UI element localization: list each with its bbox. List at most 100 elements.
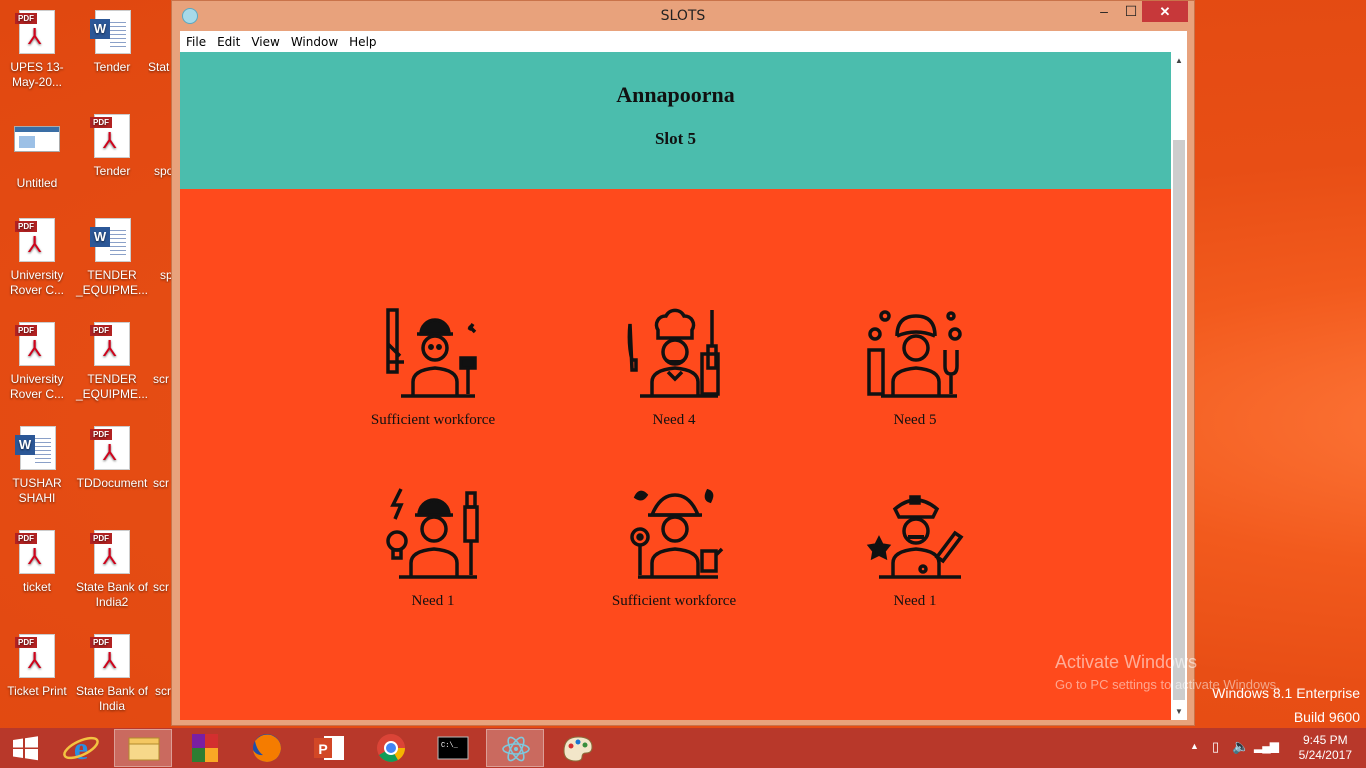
start-button[interactable]	[0, 729, 50, 767]
command-prompt-icon: C:\_	[437, 736, 469, 760]
desktop-icon-label: Tender	[93, 60, 131, 74]
menu-window[interactable]: Window	[286, 35, 343, 49]
scroll-up-arrow-icon[interactable]: ▲	[1171, 52, 1187, 69]
desktop-icon-upes[interactable]: PDF ⅄ UPES 13-May-20...	[0, 10, 74, 90]
desktop-icon-label: scr	[153, 580, 169, 594]
desktop-icon-partial[interactable]: spo	[154, 114, 172, 179]
pdf-icon: PDF ⅄	[14, 322, 60, 368]
pdf-icon: PDF ⅄	[89, 426, 135, 472]
menu-view[interactable]: View	[246, 35, 284, 49]
desktop-icon-partial[interactable]: Stat	[148, 10, 172, 75]
desktop-icon-ticket-print[interactable]: PDF ⅄ Ticket Print	[0, 634, 74, 699]
windows-edition: Windows 8.1 Enterprise	[1212, 685, 1360, 701]
scroll-down-arrow-icon[interactable]: ▼	[1171, 703, 1187, 720]
word-doc-icon: W	[89, 10, 135, 56]
svg-text:C:\_: C:\_	[441, 742, 459, 750]
desktop-icon-ticket[interactable]: PDF ⅄ ticket	[0, 530, 74, 595]
show-hidden-icons-icon[interactable]: ▲	[1190, 741, 1199, 751]
taskbar-command-prompt[interactable]: C:\_	[424, 729, 482, 767]
desktop-icon-label: spo	[154, 164, 172, 178]
workforce-status: Sufficient workforce	[370, 412, 496, 428]
pdf-icon: PDF ⅄	[89, 530, 135, 576]
paint-icon	[563, 736, 593, 762]
vertical-scrollbar[interactable]: ▲ ▼	[1171, 52, 1187, 720]
desktop-icon-partial[interactable]: scr	[155, 634, 172, 699]
desktop-icon-partial[interactable]: scr	[153, 530, 172, 595]
clock-time: 9:45 PM	[1302, 733, 1348, 747]
worker-card-chef[interactable]: Need 4	[584, 304, 764, 429]
window-title: SLOTS	[660, 8, 706, 24]
workforce-status: Need 4	[652, 412, 696, 428]
gardener-icon	[630, 488, 724, 579]
desktop-icon-tender-pdf[interactable]: PDF ⅄ Tender	[75, 114, 149, 179]
network-icon[interactable]: ▯	[1212, 739, 1219, 755]
menu-bar: File Edit View Window Help	[180, 31, 1187, 52]
desktop-icon-tddocument[interactable]: PDF ⅄ TDDocument	[75, 426, 149, 491]
worker-card-cleaner[interactable]: Need 5	[825, 304, 1005, 429]
pdf-icon: PDF ⅄	[14, 530, 60, 576]
close-button[interactable]: ✕	[1142, 1, 1188, 22]
activate-windows-watermark: Activate Windows	[1055, 652, 1198, 672]
chef-icon	[627, 308, 720, 398]
slots-window: SLOTS – ☐ ✕ File Edit View Window Help A…	[171, 0, 1195, 726]
workforce-status: Need 5	[893, 412, 937, 428]
worker-card-police[interactable]: Need 1	[825, 485, 1005, 610]
desktop-icon-tender-equipment-pdf[interactable]: PDF ⅄ TENDER _EQUIPME...	[75, 322, 149, 402]
desktop-icon-tushar-shahi[interactable]: W TUSHAR SHAHI	[0, 426, 74, 506]
electron-app-icon	[502, 736, 530, 762]
desktop-icon-untitled[interactable]: Untitled	[0, 114, 74, 191]
slot-label: Slot 5	[654, 129, 697, 148]
desktop-icon-university-rover-2[interactable]: PDF ⅄ University Rover C...	[0, 322, 74, 402]
desktop-icon-sbi2[interactable]: PDF ⅄ State Bank of India2	[75, 530, 149, 610]
taskbar-file-explorer[interactable]	[114, 729, 172, 767]
menu-edit[interactable]: Edit	[212, 35, 245, 49]
signal-icon[interactable]: ▂▄▆	[1254, 739, 1279, 753]
desktop-icon-label: ticket	[22, 580, 51, 594]
desktop-icon-sbi[interactable]: PDF ⅄ State Bank of India	[75, 634, 149, 714]
word-doc-icon: W	[89, 218, 135, 264]
svg-text:e: e	[74, 730, 88, 766]
title-bar[interactable]: SLOTS – ☐ ✕	[172, 1, 1194, 31]
volume-icon[interactable]: 🔈	[1232, 738, 1249, 755]
worker-card-construction[interactable]: Sufficient workforce	[343, 304, 523, 429]
taskbar-winrar[interactable]	[176, 729, 234, 767]
desktop-icon-label: University Rover C...	[9, 268, 64, 297]
firefox-icon	[253, 734, 281, 762]
taskbar-firefox[interactable]	[238, 729, 296, 767]
desktop-icon-partial[interactable]: scr	[153, 322, 172, 387]
workforce-status: Need 1	[411, 593, 455, 609]
desktop-icon-tender-word[interactable]: W Tender	[75, 10, 149, 75]
desktop-icon-partial[interactable]: scr	[153, 426, 172, 491]
windows-build: Build 9600	[1293, 709, 1360, 725]
desktop-icon-label: Ticket Print	[7, 684, 67, 698]
taskbar-paint[interactable]	[548, 729, 606, 767]
page-title: Annapoorna	[616, 82, 735, 107]
desktop-icon-label: Stat	[148, 60, 170, 74]
cleaner-icon	[867, 310, 962, 398]
electrician-icon	[386, 488, 479, 579]
taskbar-powerpoint[interactable]: P	[300, 729, 358, 767]
taskbar-chrome[interactable]	[362, 729, 420, 767]
menu-help[interactable]: Help	[344, 35, 381, 49]
maximize-button[interactable]: ☐	[1117, 1, 1145, 22]
pdf-icon: PDF ⅄	[89, 634, 135, 680]
desktop-icon-university-rover-1[interactable]: PDF ⅄ University Rover C...	[0, 218, 74, 298]
taskbar-slots-app[interactable]	[486, 729, 544, 767]
menu-file[interactable]: File	[181, 35, 211, 49]
desktop-icon-label: scr	[155, 684, 171, 698]
desktop-icon-label: State Bank of India	[75, 684, 149, 713]
clock-date: 5/24/2017	[1298, 748, 1352, 762]
worker-card-electrician[interactable]: Need 1	[343, 485, 523, 610]
desktop-icon-tender-equipment-word[interactable]: W TENDER _EQUIPME...	[75, 218, 149, 298]
powerpoint-icon: P	[314, 736, 344, 760]
clock[interactable]: 9:45 PM 5/24/2017	[1299, 733, 1352, 763]
page-content: Annapoorna Slot 5 Sufficient workforce N…	[180, 52, 1171, 720]
scroll-thumb[interactable]	[1173, 140, 1185, 700]
taskbar-internet-explorer[interactable]: e	[52, 729, 110, 767]
taskbar: e P C:\_ ▲ ▯ 🔈 ▂▄▆ 9:45 PM 5/24/2017	[0, 728, 1366, 768]
desktop-icon-label: Tender	[93, 164, 131, 178]
minimize-button[interactable]: –	[1090, 1, 1118, 22]
worker-card-gardener[interactable]: Sufficient workforce	[584, 485, 764, 610]
word-doc-icon: W	[14, 426, 60, 472]
desktop-icon-label: State Bank of India2	[75, 580, 149, 609]
